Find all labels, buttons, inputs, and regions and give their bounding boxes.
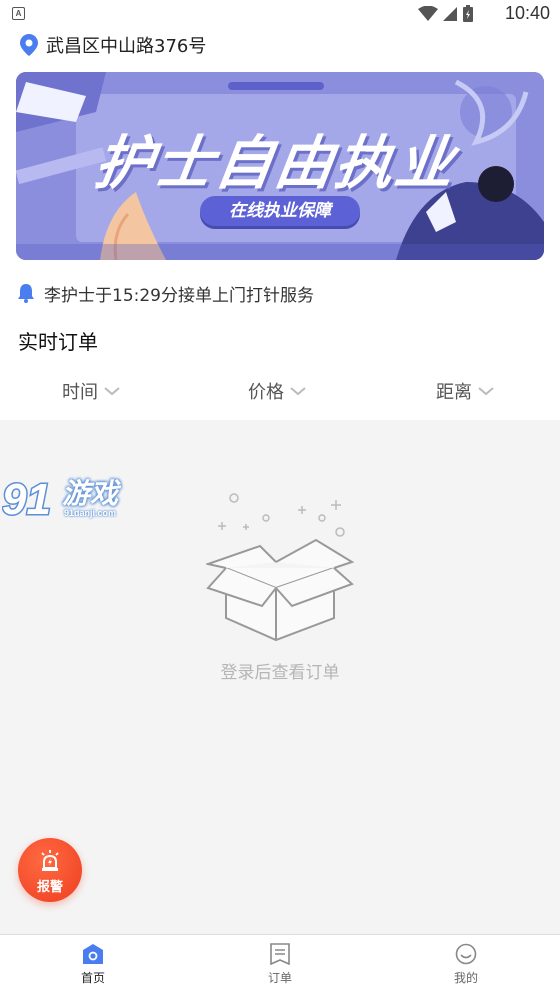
tab-home[interactable]: 首页	[53, 943, 133, 986]
location-pin-icon	[20, 34, 38, 56]
tab-label: 首页	[80, 971, 105, 985]
banner-title: 护士自由执业	[90, 129, 461, 197]
notice-bar[interactable]: 李护士于15:29分接单上门打针服务	[16, 280, 314, 306]
home-icon	[83, 944, 103, 964]
chevron-down-icon	[478, 387, 494, 396]
tab-label: 订单	[267, 971, 292, 985]
empty-box-icon	[206, 493, 355, 642]
filter-distance[interactable]: 距离	[436, 378, 494, 404]
empty-state-text: 登录后查看订单	[220, 663, 340, 683]
tab-label: 我的	[453, 971, 478, 985]
order-list-icon	[270, 943, 290, 965]
filter-time[interactable]: 时间	[62, 378, 120, 404]
alarm-label: 报警	[36, 880, 63, 895]
tab-orders[interactable]: 订单	[240, 943, 320, 986]
watermark-site: 91danji.com	[64, 508, 117, 518]
location-address: 武昌区中山路376号	[46, 36, 207, 57]
section-title: 实时订单	[18, 330, 98, 354]
chevron-down-icon	[104, 387, 120, 396]
battery-icon	[463, 5, 473, 22]
bottom-tab-bar: 首页 订单 我的	[0, 934, 560, 994]
status-bar: A 10:40	[0, 0, 560, 28]
location-selector[interactable]: 武昌区中山路376号	[20, 32, 206, 58]
bell-icon	[18, 284, 34, 303]
signal-icon	[443, 7, 457, 21]
siren-icon	[41, 850, 59, 871]
filter-label: 价格	[248, 382, 284, 403]
filter-bar: 时间 价格 距离	[0, 372, 560, 410]
status-icons	[418, 5, 474, 23]
tab-profile[interactable]: 我的	[426, 943, 506, 986]
alarm-button[interactable]: 报警	[18, 838, 82, 902]
notice-text: 李护士于15:29分接单上门打针服务	[44, 285, 314, 306]
profile-face-icon	[455, 943, 477, 965]
filter-label: 时间	[62, 382, 98, 403]
status-time: 10:40	[504, 3, 550, 23]
filter-price[interactable]: 价格	[248, 378, 306, 404]
chevron-down-icon	[290, 387, 306, 396]
banner-subtitle: 在线执业保障	[229, 201, 331, 221]
app-notification-icon: A	[12, 7, 25, 20]
svg-text:91: 91	[2, 475, 51, 524]
wifi-icon	[418, 6, 438, 21]
watermark-brand: 游戏	[62, 477, 119, 510]
filter-label: 距离	[436, 382, 472, 403]
